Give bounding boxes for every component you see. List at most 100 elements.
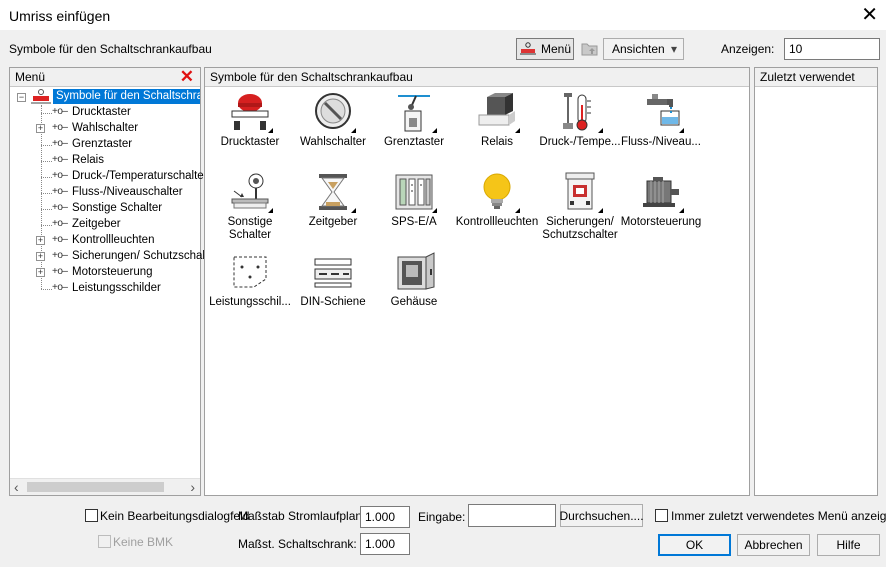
tree-branch-line xyxy=(41,161,52,162)
tree-root[interactable]: − Symbole für den Schaltschrankaufbau xyxy=(10,89,200,105)
tree-root-label: Symbole für den Schaltschrankaufbau xyxy=(53,89,200,104)
submenu-indicator-icon xyxy=(268,208,273,213)
input-label: Eingabe: xyxy=(418,510,466,524)
thermometer-icon xyxy=(558,91,602,135)
symbol-label: Gehäuse xyxy=(390,296,438,308)
folder-up-icon[interactable] xyxy=(580,39,600,59)
delete-icon[interactable]: ✕ xyxy=(180,67,194,87)
connector-icon: +o– xyxy=(52,250,68,261)
symbols-panel-header: Symbole für den Schaltschrankaufbau xyxy=(205,68,749,87)
tree-item[interactable]: + +o– Motorsteuerung xyxy=(10,265,200,281)
light-bulb-icon xyxy=(475,171,519,215)
tree-item-label: Druck-/Temperaturschalter xyxy=(72,170,208,182)
symbol-item[interactable]: Fluss-/Niveau... xyxy=(618,91,704,161)
symbol-item[interactable]: Motorsteuerung xyxy=(618,171,704,241)
tree-item[interactable]: +o– Zeitgeber xyxy=(10,217,200,233)
browse-button[interactable]: Durchsuchen.... xyxy=(559,504,644,527)
symbol-label: Grenztaster xyxy=(383,136,445,148)
collapse-toggle[interactable]: − xyxy=(17,93,26,102)
symbol-item[interactable]: Druck-/Tempe... xyxy=(537,91,623,161)
submenu-indicator-icon xyxy=(268,128,273,133)
scroll-thumb[interactable] xyxy=(27,482,164,492)
tree-item[interactable]: + +o– Kontrollleuchten xyxy=(10,233,200,249)
plc-io-icon xyxy=(392,171,436,215)
tree-item[interactable]: +o– Grenztaster xyxy=(10,137,200,153)
symbol-label: Sonstige Schalter xyxy=(227,216,273,241)
scale-cabinet-input[interactable]: 1.000 xyxy=(360,533,410,555)
tree-branch-line xyxy=(41,193,52,194)
views-dropdown[interactable]: Ansichten ▾ xyxy=(603,38,684,60)
menu-panel-title: Menü xyxy=(15,70,46,84)
submenu-indicator-icon xyxy=(432,128,437,133)
tree-branch-line xyxy=(41,209,52,210)
symbol-item[interactable]: Relais xyxy=(454,91,540,161)
expand-toggle[interactable]: + xyxy=(36,252,45,261)
nameplate-icon xyxy=(228,251,272,295)
menu-panel-header: Menü ✕ xyxy=(10,67,200,87)
scale-schematic-input[interactable]: 1.000 xyxy=(360,506,410,528)
tree-item[interactable]: +o– Fluss-/Niveauschalter xyxy=(10,185,200,201)
close-icon[interactable]: ✕ xyxy=(861,3,878,27)
tree-item-label: Fluss-/Niveauschalter xyxy=(72,186,183,198)
menu-toggle-button[interactable]: Menü xyxy=(516,38,574,60)
tree-item[interactable]: + +o– Sicherungen/ Schutzschalter xyxy=(10,249,218,265)
symbol-label: Sicherungen/ Schutzschalter xyxy=(542,216,618,241)
connector-icon: +o– xyxy=(52,122,68,133)
tree-item[interactable]: +o– Leistungsschilder xyxy=(10,281,200,297)
ok-button[interactable]: OK xyxy=(658,534,731,556)
symbol-item[interactable]: SPS-E/A xyxy=(371,171,457,241)
cabinet-symbol-icon xyxy=(31,89,51,104)
symbol-label: DIN-Schiene xyxy=(300,296,366,308)
symbol-item[interactable]: DIN-Schiene xyxy=(290,251,376,321)
symbol-item[interactable]: Sicherungen/ Schutzschalter xyxy=(537,171,623,241)
expand-toggle[interactable]: + xyxy=(36,124,45,133)
connector-icon: +o– xyxy=(52,202,68,213)
connector-icon: +o– xyxy=(52,234,68,245)
symbol-item[interactable]: Kontrollleuchten xyxy=(454,171,540,241)
symbol-label: Motorsteuerung xyxy=(620,216,702,228)
connector-icon: +o– xyxy=(52,266,68,277)
scroll-left-icon[interactable]: ‹ xyxy=(14,479,19,495)
recent-panel-header: Zuletzt verwendet xyxy=(755,68,877,87)
scroll-right-icon[interactable]: › xyxy=(190,479,195,495)
connector-icon: +o– xyxy=(52,186,68,197)
no-edit-dialog-checkbox[interactable] xyxy=(85,509,98,522)
symbol-item[interactable]: Wahlschalter xyxy=(290,91,376,161)
submenu-indicator-icon xyxy=(679,208,684,213)
input-field[interactable] xyxy=(468,504,556,527)
cancel-button[interactable]: Abbrechen xyxy=(737,534,810,556)
always-recent-checkbox[interactable] xyxy=(655,509,668,522)
tree-item[interactable]: +o– Relais xyxy=(10,153,200,169)
tree-item[interactable]: + +o– Wahlschalter xyxy=(10,121,200,137)
tree-item[interactable]: +o– Drucktaster xyxy=(10,105,200,121)
tree-item-label: Drucktaster xyxy=(72,106,131,118)
symbol-item[interactable]: Drucktaster xyxy=(207,91,293,161)
expand-toggle[interactable]: + xyxy=(36,236,45,245)
show-count-input[interactable]: 10 xyxy=(784,38,880,60)
faucet-icon xyxy=(639,91,683,135)
tree-item-label: Motorsteuerung xyxy=(72,266,153,278)
help-button[interactable]: Hilfe xyxy=(817,534,880,556)
symbol-item[interactable]: Zeitgeber xyxy=(290,171,376,241)
connector-icon: +o– xyxy=(52,218,68,229)
no-bmk-checkbox[interactable] xyxy=(98,535,111,548)
tree-branch-line xyxy=(41,177,52,178)
connector-icon: +o– xyxy=(52,138,68,149)
symbol-item[interactable]: Grenztaster xyxy=(371,91,457,161)
symbol-item[interactable]: Leistungsschil... xyxy=(207,251,293,321)
submenu-indicator-icon xyxy=(515,208,520,213)
horizontal-scrollbar[interactable]: ‹ › xyxy=(10,478,200,495)
tree-item-label: Sonstige Schalter xyxy=(72,202,163,214)
chevron-down-icon: ▾ xyxy=(670,42,677,56)
symbol-item[interactable]: Sonstige Schalter xyxy=(207,171,293,241)
tree-item-label: Kontrollleuchten xyxy=(72,234,155,246)
menu-panel: Menü ✕ − Symbole für den Schaltschrankau… xyxy=(9,67,218,496)
tree-item[interactable]: +o– Druck-/Temperaturschalter xyxy=(10,169,207,185)
connector-icon: +o– xyxy=(52,154,68,165)
title-bar: Umriss einfügen ✕ xyxy=(0,0,886,30)
submenu-indicator-icon xyxy=(598,128,603,133)
tree-branch-line xyxy=(41,113,52,114)
tree-item[interactable]: +o– Sonstige Schalter xyxy=(10,201,200,217)
expand-toggle[interactable]: + xyxy=(36,268,45,277)
symbol-item[interactable]: Gehäuse xyxy=(371,251,457,321)
